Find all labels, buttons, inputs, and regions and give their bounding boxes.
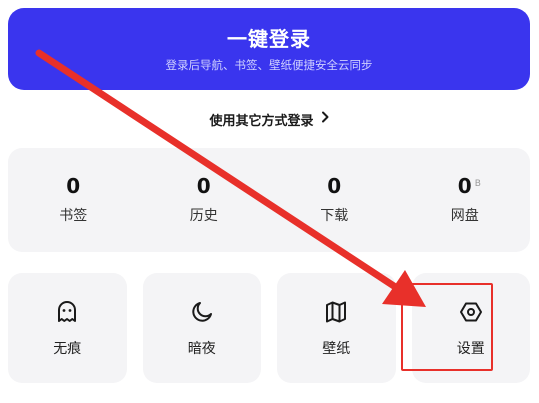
dark-mode-tile[interactable]: 暗夜 [142, 273, 261, 383]
stat-value: 0B [457, 174, 481, 198]
tile-label: 壁纸 [322, 341, 351, 357]
ghost-icon [53, 298, 81, 326]
map-wallpaper-icon [322, 298, 350, 326]
stat-label: 历史 [189, 208, 218, 224]
stat-bookmarks[interactable]: 0 书签 [8, 148, 139, 252]
login-subtitle: 登录后导航、书签、壁纸便捷安全云同步 [165, 58, 373, 72]
stat-unit: B [474, 179, 481, 189]
stat-value-number: 0 [457, 174, 472, 198]
hexagon-settings-icon [457, 298, 485, 326]
stat-history[interactable]: 0 历史 [139, 148, 270, 252]
stats-card: 0 书签 0 历史 0 下载 0B 网盘 [8, 148, 530, 252]
stat-label: 下载 [320, 208, 349, 224]
login-title: 一键登录 [227, 27, 311, 51]
one-click-login-button[interactable]: 一键登录 登录后导航、书签、壁纸便捷安全云同步 [8, 8, 530, 90]
incognito-tile[interactable]: 无痕 [8, 273, 127, 383]
stat-value: 0 [196, 174, 211, 198]
stat-label: 书签 [59, 208, 88, 224]
tools-row: 无痕 暗夜 壁纸 设置 [8, 273, 530, 383]
stat-downloads[interactable]: 0 下载 [269, 148, 400, 252]
tile-label: 设置 [456, 341, 485, 357]
tile-label: 无痕 [53, 341, 82, 357]
other-login-label: 使用其它方式登录 [209, 113, 314, 129]
wallpaper-tile[interactable]: 壁纸 [277, 273, 396, 383]
other-login-link[interactable]: 使用其它方式登录 [0, 106, 539, 132]
page-root: 一键登录 登录后导航、书签、壁纸便捷安全云同步 使用其它方式登录 0 书签 0 … [0, 0, 539, 403]
stat-cloud-drive[interactable]: 0B 网盘 [400, 148, 531, 252]
stat-value: 0 [327, 174, 342, 198]
moon-icon [188, 298, 216, 326]
tile-label: 暗夜 [187, 341, 216, 357]
stat-value: 0 [66, 174, 81, 198]
settings-tile[interactable]: 设置 [411, 273, 530, 383]
chevron-right-icon [320, 111, 330, 127]
stat-label: 网盘 [450, 208, 479, 224]
